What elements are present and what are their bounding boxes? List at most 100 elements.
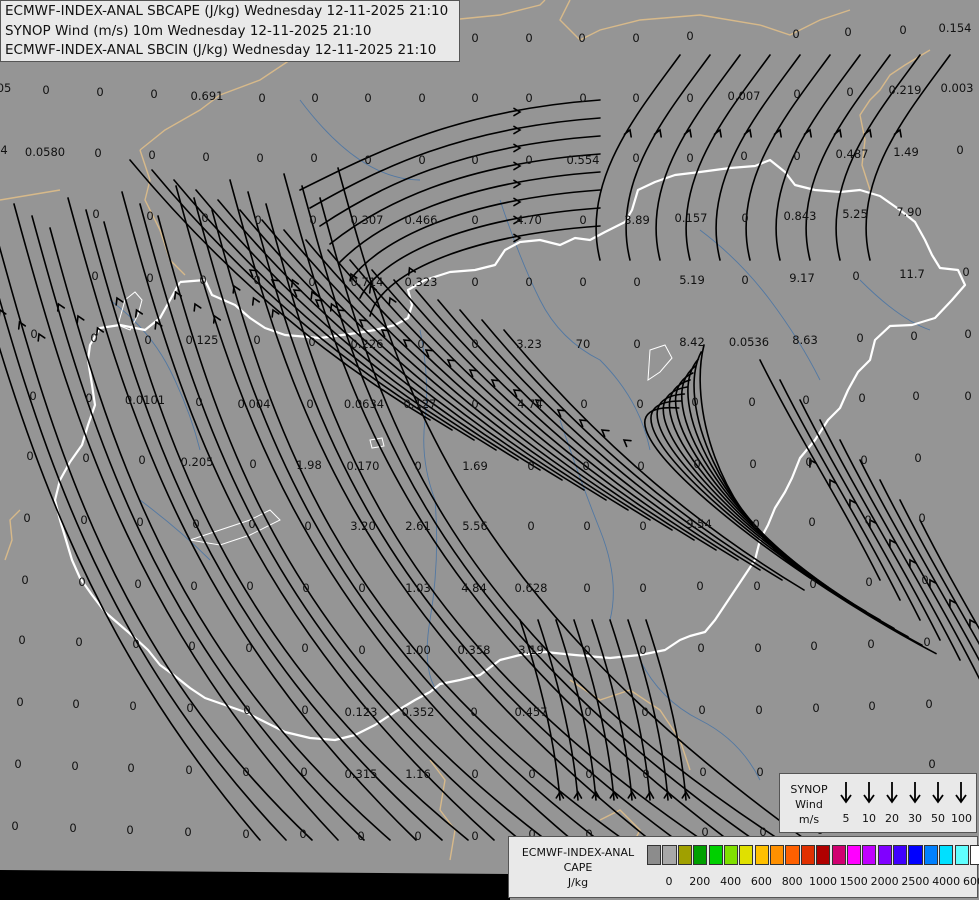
cape-tick-label: 1500 (839, 875, 868, 888)
value-label: 0.307 (351, 213, 384, 227)
cape-tick-label: 400 (720, 875, 742, 888)
arrow-icon (955, 782, 967, 804)
value-label: 0 (899, 23, 906, 37)
value-label: 0 (23, 511, 30, 525)
weather-map: 0.1540000000005 0 0 0 0.691 0 0 0 0 0 0 0 0 0 0.007 0 0 0… (0, 0, 979, 900)
value-label: 0.358 (458, 643, 491, 657)
value-label: 0 (132, 637, 139, 651)
value-label: 0 (812, 701, 819, 715)
value-label: 0 (358, 643, 365, 657)
value-label: 0 (846, 85, 853, 99)
value-label: 0.127 (404, 397, 437, 411)
value-label: 0 (753, 579, 760, 593)
wind-speed-label: 50 (931, 812, 945, 825)
value-label: 0 (864, 513, 871, 527)
value-label: 0.352 (402, 705, 435, 719)
value-label: 0 (188, 639, 195, 653)
cape-legend: ECMWF-INDEX-ANAL CAPE J/kg 0 200 400 600 800… (508, 836, 979, 898)
value-label: 0 (304, 519, 311, 533)
value-label: 0 (414, 459, 421, 473)
value-label: 0 (844, 25, 851, 39)
value-label: 0 (92, 207, 99, 221)
cape-legend-line3: J/kg (567, 876, 589, 889)
value-label: 0 (186, 701, 193, 715)
value-label: 0 (71, 759, 78, 773)
value-label: 0 (633, 337, 640, 351)
wind-legend-line3: m/s (798, 813, 820, 826)
value-label: 0.0536 (729, 335, 769, 349)
wind-speed-label: 10 (862, 812, 876, 825)
value-label: 0 (802, 393, 809, 407)
value-label: 0 (21, 573, 28, 587)
value-label: 4 (0, 143, 7, 157)
value-label: 1.98 (296, 458, 322, 472)
value-label: 0 (134, 577, 141, 591)
value-label: 0 (249, 457, 256, 471)
value-label: 0 (748, 395, 755, 409)
cape-legend-line1: ECMWF-INDEX-ANAL (521, 846, 635, 859)
wind-legend-line2: Wind (795, 798, 823, 811)
value-label: 11.7 (899, 267, 925, 281)
arrow-icon (863, 782, 875, 804)
value-label: 0 (18, 633, 25, 647)
cape-swatch (677, 845, 692, 865)
value-label: 0 (471, 767, 478, 781)
value-label: 0 (91, 269, 98, 283)
value-label: 0.157 (675, 211, 708, 225)
value-label: 0 (94, 146, 101, 160)
value-label: 0 (30, 327, 37, 341)
value-label: 0 (632, 91, 639, 105)
value-label: 0 (185, 763, 192, 777)
value-label: 0 (528, 767, 535, 781)
value-label: 0 (579, 275, 586, 289)
value-label: 0 (525, 31, 532, 45)
value-label: 4.70 (516, 213, 542, 227)
value-label: 0 (146, 209, 153, 223)
value-label: 0.315 (345, 767, 378, 781)
value-label: 0 (306, 397, 313, 411)
cape-tick-label: 2500 (901, 875, 930, 888)
value-label: 0.154 (939, 21, 972, 35)
value-label: 0 (471, 397, 478, 411)
wind-speed-label: 30 (908, 812, 922, 825)
value-label: 0 (302, 581, 309, 595)
value-label: 0 (96, 85, 103, 99)
value-label: 0 (253, 333, 260, 347)
value-label: 1.16 (405, 767, 431, 781)
value-label: 3.89 (624, 213, 650, 227)
cape-swatch (954, 845, 969, 865)
value-label: 0 (525, 153, 532, 167)
value-label: 0 (741, 273, 748, 287)
value-label: 4.74 (517, 397, 543, 411)
value-label: 0 (641, 705, 648, 719)
cape-swatch (708, 845, 723, 865)
value-label: 0 (585, 767, 592, 781)
value-label: 3.19 (518, 643, 544, 657)
cape-swatch (908, 845, 923, 865)
value-label: 0 (579, 91, 586, 105)
arrow-icon (886, 782, 898, 804)
cape-swatch (647, 845, 662, 865)
wind-legend-line1: SYNOP (790, 783, 828, 796)
value-label: 0 (698, 703, 705, 717)
value-label: 0 (691, 395, 698, 409)
value-label: 0 (75, 635, 82, 649)
value-label: 0 (755, 703, 762, 717)
map-viewport[interactable]: 0.154 0 0 0 0 0 0 0 0 05 0 0 0 0.691 0 0 0 0 0 0 0 0 0 0.007 0 0 0… (0, 0, 979, 900)
value-label: 0 (527, 459, 534, 473)
value-label: 7.90 (896, 205, 922, 219)
value-label: 0 (300, 765, 307, 779)
value-label: 0 (357, 829, 364, 843)
value-label: 0 (527, 519, 534, 533)
cape-swatch (877, 845, 892, 865)
title-line-cin: ECMWF-INDEX-ANAL SBCIN (J/kg) Wednesday … (5, 42, 437, 58)
value-label: 0 (201, 211, 208, 225)
value-label: 2.61 (405, 519, 431, 533)
value-label: 0 (301, 641, 308, 655)
value-label: 0 (470, 705, 477, 719)
value-label: 0 (582, 459, 589, 473)
cape-legend-line2: CAPE (563, 861, 593, 874)
cape-tick-label: 6000 (963, 875, 979, 888)
value-label: 0.226 (351, 337, 384, 351)
cape-swatch (893, 845, 908, 865)
